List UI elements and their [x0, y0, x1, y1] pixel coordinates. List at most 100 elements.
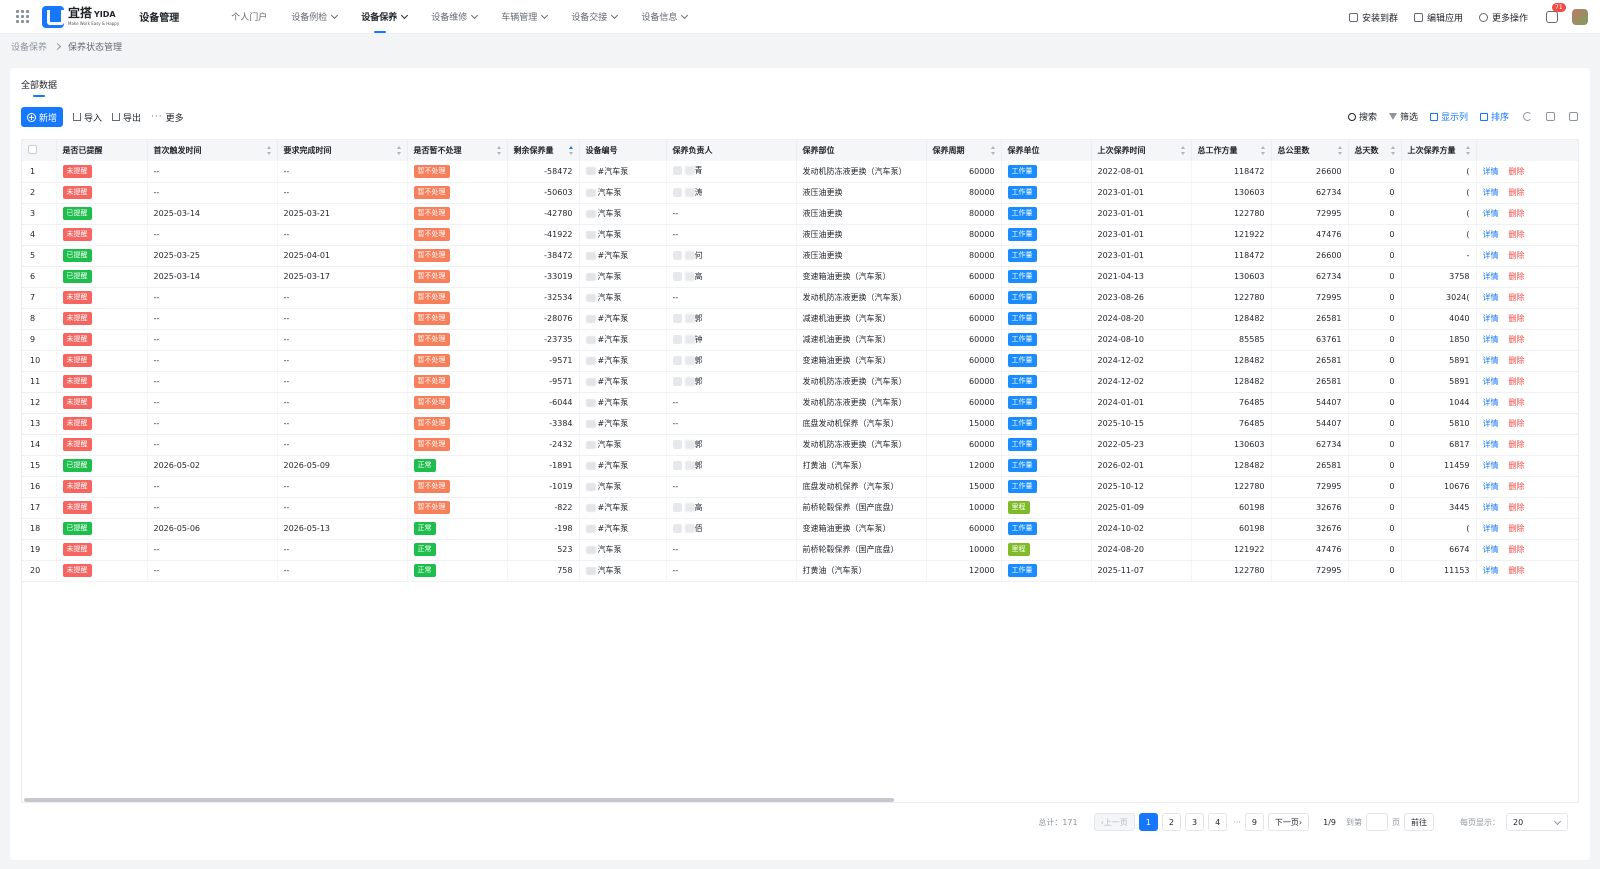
app-grid-icon[interactable] — [16, 9, 30, 24]
delete-link[interactable]: 删除 — [1509, 503, 1525, 512]
page-button-4[interactable]: 4 — [1208, 813, 1228, 831]
logo[interactable]: 宜搭 YIDA Make Work Easy & Happy — [42, 5, 119, 28]
next-page-button[interactable]: 下一页 › — [1267, 813, 1310, 831]
import-button[interactable]: 导入 — [73, 111, 102, 124]
nav-item-4[interactable]: 车辆管理 — [489, 0, 559, 34]
detail-link[interactable]: 详情 — [1483, 356, 1499, 365]
table-row[interactable]: 12 未提醒 -- -- 暂不处理 -6044 #汽车泵 -- 发动机防冻液更换（汽车泵） 600… — [22, 392, 1578, 414]
delete-link[interactable]: 删除 — [1509, 314, 1525, 323]
sort-icon[interactable] — [1337, 146, 1342, 155]
delete-link[interactable]: 删除 — [1509, 377, 1525, 386]
page-size-select[interactable]: 20 — [1506, 813, 1568, 831]
detail-link[interactable]: 详情 — [1483, 251, 1499, 260]
owner-chip[interactable]: 郭 — [672, 313, 703, 324]
col-total-days[interactable]: 总天数 — [1348, 140, 1402, 161]
detail-link[interactable]: 详情 — [1483, 545, 1499, 554]
owner-chip[interactable]: 郭 — [672, 439, 703, 450]
table-row[interactable]: 2 未提醒 -- -- 暂不处理 -50603 汽车泵涛 液压油更换 80000 工作量 2023-… — [22, 182, 1578, 204]
table-row[interactable]: 16 未提醒 -- -- 暂不处理 -1019 汽车泵 -- 底盘发动机保养（汽车泵） 15000… — [22, 476, 1578, 498]
col-cycle[interactable]: 保养周期 — [926, 140, 1002, 161]
detail-link[interactable]: 详情 — [1483, 188, 1499, 197]
add-button[interactable]: 新增 — [21, 107, 64, 127]
sort-icon[interactable] — [1180, 146, 1185, 155]
more-button[interactable]: ··· 更多 — [151, 111, 184, 124]
page-button-3[interactable]: 3 — [1185, 813, 1205, 831]
owner-chip[interactable]: 高 — [672, 502, 703, 513]
table-row[interactable]: 11 未提醒 -- -- 暂不处理 -9571 #汽车泵郭 发动机防冻液更换（汽车泵） 6000… — [22, 371, 1578, 393]
delete-link[interactable]: 删除 — [1509, 482, 1525, 491]
col-required-done[interactable]: 要求完成时间 — [277, 140, 408, 161]
sort-icon[interactable] — [1390, 146, 1395, 155]
export-button[interactable]: 导出 — [112, 111, 141, 124]
detail-link[interactable]: 详情 — [1483, 314, 1499, 323]
col-remaining[interactable]: 剩余保养量 — [507, 140, 580, 161]
col-owner[interactable]: 保养负责人 — [666, 140, 797, 161]
delete-link[interactable]: 删除 — [1509, 398, 1525, 407]
delete-link[interactable]: 删除 — [1509, 272, 1525, 281]
detail-link[interactable]: 详情 — [1483, 482, 1499, 491]
col-part[interactable]: 保养部位 — [796, 140, 927, 161]
owner-chip[interactable]: 郭 — [672, 355, 703, 366]
more-actions-button[interactable]: 更多操作 — [1478, 11, 1528, 24]
page-button-2[interactable]: 2 — [1161, 813, 1181, 831]
table-row[interactable]: 9 未提醒 -- -- 暂不处理 -23735 #汽车泵钟 减速机油更换（汽车泵） 60000 工… — [22, 329, 1578, 351]
sort-icon[interactable] — [266, 146, 271, 155]
detail-link[interactable]: 详情 — [1483, 167, 1499, 176]
table-row[interactable]: 1 未提醒 -- -- 暂不处理 -58472 #汽车泵青 发动机防冻液更换（汽车泵） 6000… — [22, 161, 1578, 183]
detail-link[interactable]: 详情 — [1483, 209, 1499, 218]
delete-link[interactable]: 删除 — [1509, 566, 1525, 575]
detail-link[interactable]: 详情 — [1483, 566, 1499, 575]
col-total-km[interactable]: 总公里数 — [1271, 140, 1349, 161]
sort-icon[interactable] — [496, 146, 501, 155]
owner-chip[interactable]: 高 — [672, 271, 703, 282]
table-row[interactable]: 7 未提醒 -- -- 暂不处理 -32534 汽车泵 -- 发动机防冻液更换（汽车泵） 6000… — [22, 287, 1578, 309]
nav-item-6[interactable]: 设备信息 — [629, 0, 699, 34]
delete-link[interactable]: 删除 — [1509, 209, 1525, 218]
page-button-last[interactable]: 9 — [1244, 813, 1264, 831]
breadcrumb-root[interactable]: 设备保养 — [11, 40, 47, 53]
goto-page-input[interactable] — [1366, 813, 1388, 831]
filter-button[interactable]: 筛选 — [1388, 110, 1418, 123]
delete-link[interactable]: 删除 — [1509, 188, 1525, 197]
col-last-work[interactable]: 上次保养方量 — [1401, 140, 1477, 161]
detail-link[interactable]: 详情 — [1483, 524, 1499, 533]
detail-link[interactable]: 详情 — [1483, 419, 1499, 428]
table-row[interactable]: 8 未提醒 -- -- 暂不处理 -28076 #汽车泵郭 减速机油更换（汽车泵） 60000 工… — [22, 308, 1578, 330]
table-row[interactable]: 10 未提醒 -- -- 暂不处理 -9571 #汽车泵郭 变速箱油更换（汽车泵） 60000 工… — [22, 350, 1578, 372]
detail-link[interactable]: 详情 — [1483, 461, 1499, 470]
search-button[interactable]: 搜索 — [1347, 110, 1377, 123]
page-button-1[interactable]: 1 — [1138, 813, 1158, 831]
owner-chip[interactable]: 钟 — [672, 334, 703, 345]
table-row[interactable]: 5 已提醒 2025-03-25 2025-04-01 暂不处理 -38472 #汽车泵何 液… — [22, 245, 1578, 267]
owner-chip[interactable]: 郭 — [672, 376, 703, 387]
col-device-no[interactable]: 设备编号 — [579, 140, 667, 161]
table-row[interactable]: 20 未提醒 -- -- 正常 758 汽车泵 -- 打黄油（汽车泵） 12000 工作量 2025-… — [22, 560, 1578, 582]
user-avatar[interactable] — [1572, 9, 1588, 25]
nav-item-3[interactable]: 设备维修 — [419, 0, 489, 34]
delete-link[interactable]: 删除 — [1509, 545, 1525, 554]
table-row[interactable]: 4 未提醒 -- -- 暂不处理 -41922 汽车泵 -- 液压油更换 80000 工作量 2023… — [22, 224, 1578, 246]
delete-link[interactable]: 删除 — [1509, 251, 1525, 260]
delete-link[interactable]: 删除 — [1509, 461, 1525, 470]
goto-button[interactable]: 前往 — [1404, 813, 1434, 831]
delete-link[interactable]: 删除 — [1509, 419, 1525, 428]
install-to-group-button[interactable]: 安装到群 — [1348, 11, 1398, 24]
table-row[interactable]: 18 已提醒 2026-05-06 2026-05-13 正常 -198 #汽车泵佰 变速箱油… — [22, 518, 1578, 540]
table-row[interactable]: 17 未提醒 -- -- 暂不处理 -822 #汽车泵高 前桥轮毂保养（国产底盘） 10000 里… — [22, 497, 1578, 519]
edit-app-button[interactable]: 编辑应用 — [1413, 11, 1463, 24]
col-unit[interactable]: 保养单位 — [1001, 140, 1092, 161]
prev-page-button[interactable]: ‹ 上一页 — [1093, 813, 1135, 831]
sort-icon[interactable] — [990, 146, 995, 155]
nav-item-5[interactable]: 设备交接 — [559, 0, 629, 34]
delete-link[interactable]: 删除 — [1509, 356, 1525, 365]
table-row[interactable]: 13 未提醒 -- -- 暂不处理 -3384 #汽车泵 -- 底盘发动机保养（汽车泵） 1500… — [22, 413, 1578, 435]
layout-icon[interactable] — [1546, 112, 1555, 121]
horizontal-scrollbar[interactable] — [24, 798, 894, 802]
detail-link[interactable]: 详情 — [1483, 398, 1499, 407]
sort-icon[interactable] — [1465, 146, 1470, 155]
col-last-time[interactable]: 上次保养时间 — [1091, 140, 1192, 161]
nav-item-1[interactable]: 设备例检 — [279, 0, 349, 34]
delete-link[interactable]: 删除 — [1509, 335, 1525, 344]
fullscreen-icon[interactable] — [1569, 112, 1578, 121]
owner-chip[interactable]: 何 — [672, 250, 703, 261]
